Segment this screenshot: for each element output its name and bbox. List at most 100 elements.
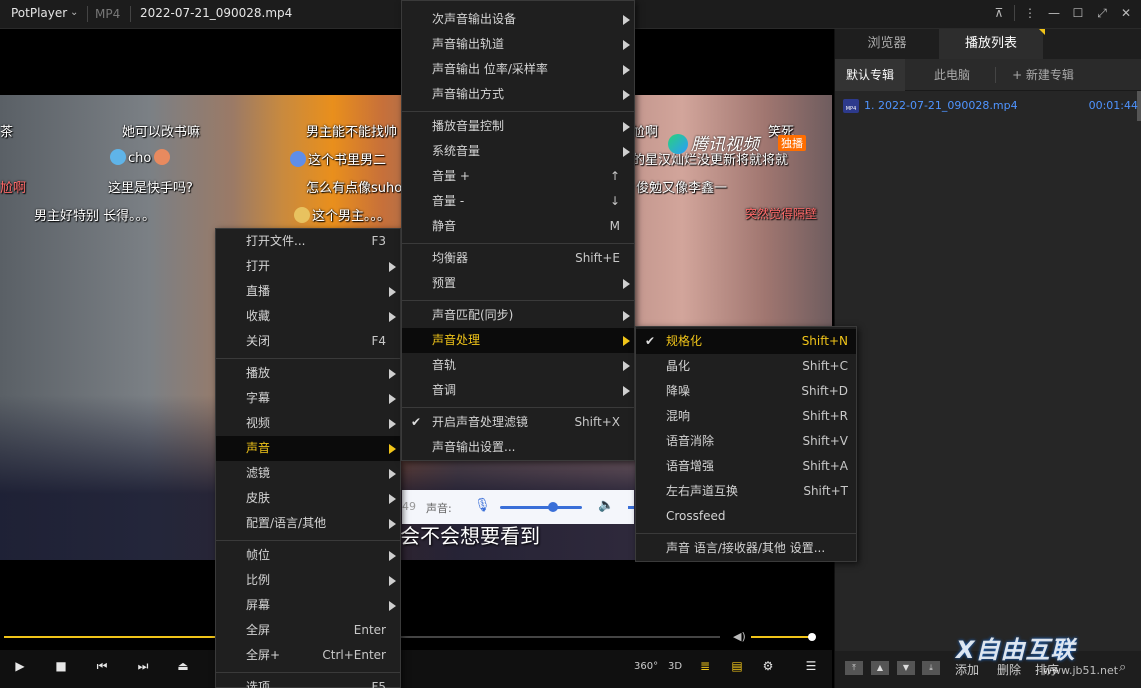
menu-item-noise-reduction[interactable]: 降噪 Shift+D [636, 379, 856, 404]
menu-item-playback[interactable]: 播放 [216, 361, 400, 386]
menu-item-equalizer[interactable]: 均衡器 Shift+E [402, 246, 634, 271]
new-album-button[interactable]: + 新建专辑 [997, 59, 1089, 91]
menu-item-open[interactable]: 打开 [216, 254, 400, 279]
menu-item-output-settings[interactable]: 声音输出设置... [402, 435, 634, 460]
menu-item-favorites[interactable]: 收藏 [216, 304, 400, 329]
menu-item-normalize[interactable]: ✔ 规格化 Shift+N [636, 329, 856, 354]
volume-icon[interactable]: ◀) [733, 630, 746, 643]
playlist-item[interactable]: MP4 1. 2022-07-21_090028.mp4 00:01:44 [840, 96, 1138, 116]
menu-item-crossfeed[interactable]: Crossfeed [636, 504, 856, 529]
maximize-icon[interactable]: ☐ [1069, 4, 1087, 22]
microphone-icon: 🎙 [474, 498, 491, 513]
checkmark-icon: ✔ [645, 334, 656, 348]
menu-item-frame[interactable]: 帧位 [216, 543, 400, 568]
settings-gear-icon[interactable]: ⚙ [758, 659, 778, 673]
menu-item-sound[interactable]: 声音 [216, 436, 400, 461]
submenu-arrow-icon [389, 601, 396, 611]
menu-item-close[interactable]: 关闭 F4 [216, 329, 400, 354]
move-top-icon[interactable]: ⤒ [845, 661, 863, 675]
submenu-arrow-icon [623, 15, 630, 25]
tab-browser[interactable]: 浏览器 [835, 29, 939, 59]
menu-separator [216, 540, 400, 541]
album-default[interactable]: 默认专辑 [835, 59, 905, 91]
play-button[interactable]: ▶ [10, 659, 30, 673]
move-bottom-icon[interactable]: ⤓ [922, 661, 940, 675]
submenu-arrow-icon [389, 262, 396, 272]
menu-item-swap-channels[interactable]: 左右声道互换 Shift+T [636, 479, 856, 504]
menu-item-reverb[interactable]: 混响 Shift+R [636, 404, 856, 429]
menu-item-ratio[interactable]: 比例 [216, 568, 400, 593]
tab-playlist[interactable]: 播放列表 [939, 29, 1043, 59]
fullscreen-icon[interactable]: ⤢ [1093, 4, 1111, 22]
menu-item-filters[interactable]: 滤镜 [216, 461, 400, 486]
menu-item-sync[interactable]: 声音匹配(同步) [402, 303, 634, 328]
playlist-item-duration: 00:01:44 [1088, 99, 1138, 112]
osd-volume-track [500, 506, 582, 509]
volume-slider-handle[interactable] [808, 633, 816, 641]
menu-item-skins[interactable]: 皮肤 [216, 486, 400, 511]
menu-item-options[interactable]: 选项... F5 [216, 675, 400, 688]
menu-item-voice-enhance[interactable]: 语音增强 Shift+A [636, 454, 856, 479]
menu-item-output-mode[interactable]: 声音输出方式 [402, 82, 634, 107]
menu-item-output-track[interactable]: 声音输出轨道 [402, 32, 634, 57]
menu-item-presets[interactable]: 预置 [402, 271, 634, 296]
menu-item-audio-track[interactable]: 音轨 [402, 353, 634, 378]
submenu-arrow-icon [623, 122, 630, 132]
submenu-arrow-icon [623, 147, 630, 157]
next-button[interactable]: ⏭ [133, 659, 153, 674]
danmu-comment-text: 这个书里男二 [308, 153, 387, 168]
seek-bar-progress[interactable] [4, 636, 216, 638]
menu-item-live[interactable]: 直播 [216, 279, 400, 304]
menu-item-subtitles[interactable]: 字幕 [216, 386, 400, 411]
menu-item-voice-removal[interactable]: 语音消除 Shift+V [636, 429, 856, 454]
previous-button[interactable]: ⏮ [92, 659, 112, 674]
vr-360-button[interactable]: 360° [634, 661, 658, 672]
app-menu-button[interactable]: PotPlayer [11, 6, 67, 20]
vip-badge-icon [294, 207, 310, 223]
playlist-search-icon[interactable]: ≣ [695, 659, 715, 673]
submenu-arrow-icon [389, 444, 396, 454]
menu-item-video[interactable]: 视频 [216, 411, 400, 436]
volume-slider[interactable] [751, 636, 813, 638]
main-context-menu: 打开文件... F3 打开 直播 收藏 关闭 F4 播放 字幕 视频 声音 滤镜 皮… [215, 228, 401, 688]
submenu-arrow-icon [389, 576, 396, 586]
search-icon[interactable]: ⌕ [1119, 660, 1126, 675]
menu-item-volume-control[interactable]: 播放音量控制 [402, 114, 634, 139]
menu-item-screen[interactable]: 屏幕 [216, 593, 400, 618]
close-icon[interactable]: ✕ [1117, 4, 1135, 22]
menu-item-config[interactable]: 配置/语言/其他 [216, 511, 400, 536]
danmu-comment: 俊勉又像李鑫一 [636, 181, 728, 196]
3d-button[interactable]: 3D [665, 661, 685, 672]
menu-item-fullscreen[interactable]: 全屏 Enter [216, 618, 400, 643]
menu-item-volume-down[interactable]: 音量 - ↓ [402, 189, 634, 214]
eject-button[interactable]: ⏏ [173, 659, 193, 673]
menu-item-pitch[interactable]: 音调 [402, 378, 634, 403]
submenu-arrow-icon [389, 394, 396, 404]
menu-item-open-file[interactable]: 打开文件... F3 [216, 229, 400, 254]
tencent-video-logo: 腾讯视频 [668, 130, 759, 155]
submenu-arrow-icon [623, 90, 630, 100]
settings-icon[interactable]: ⋮ [1021, 4, 1039, 22]
move-down-icon[interactable]: ▼ [897, 661, 915, 675]
menu-item-fullscreen-plus[interactable]: 全屏+ Ctrl+Enter [216, 643, 400, 668]
chevron-down-icon[interactable]: ⌄ [70, 7, 78, 18]
minimize-icon[interactable]: — [1045, 4, 1063, 22]
menu-item-sound-processing[interactable]: 声音处理 [402, 328, 634, 353]
menu-item-crystalize[interactable]: 晶化 Shift+C [636, 354, 856, 379]
video-file-icon: MP4 [843, 99, 859, 113]
menu-item-volume-up[interactable]: 音量 + ↑ [402, 164, 634, 189]
move-up-icon[interactable]: ▲ [871, 661, 889, 675]
menu-item-enable-processing-filter[interactable]: ✔ 开启声音处理滤镜 Shift+X [402, 410, 634, 435]
menu-item-secondary-output[interactable]: 次声音输出设备 [402, 7, 634, 32]
album-this-pc[interactable]: 此电脑 [909, 59, 995, 91]
menu-item-output-bitrate[interactable]: 声音输出 位率/采样率 [402, 57, 634, 82]
panel-tabs: 浏览器 播放列表 [835, 29, 1141, 59]
pin-icon[interactable]: ⊼ [990, 4, 1008, 22]
stop-button[interactable]: ■ [51, 659, 71, 673]
menu-item-system-volume[interactable]: 系统音量 [402, 139, 634, 164]
menu-item-sound-settings[interactable]: 声音 语言/接收器/其他 设置... [636, 536, 856, 561]
subtitle-icon[interactable]: ▤ [727, 659, 747, 673]
osd-label: 声音: [426, 502, 452, 515]
menu-icon[interactable]: ☰ [801, 659, 821, 673]
menu-item-mute[interactable]: 静音 M [402, 214, 634, 239]
